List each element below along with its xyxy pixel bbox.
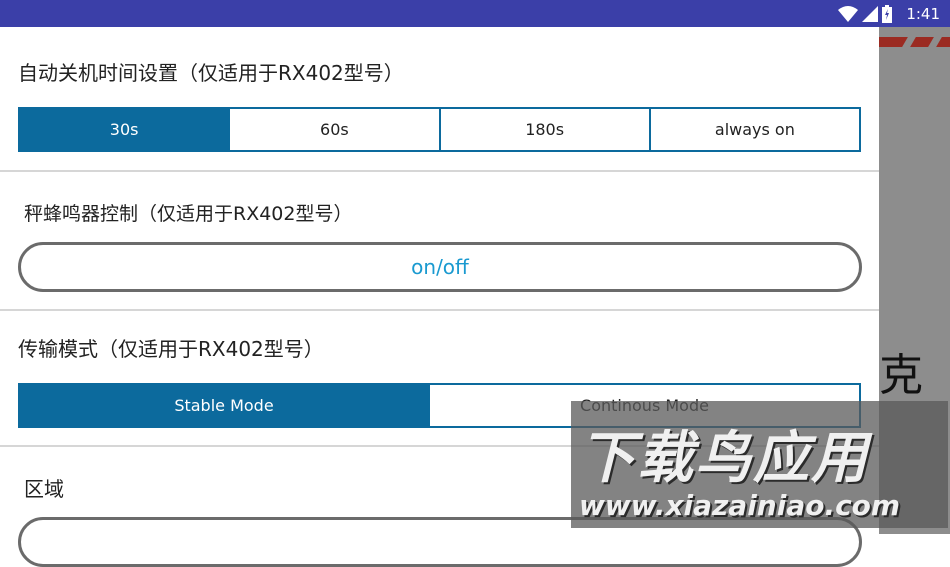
- background-red-stripe: [879, 37, 950, 47]
- status-bar: 1:41: [0, 0, 950, 27]
- watermark-title: 下载鸟应用: [579, 426, 869, 491]
- auto-shutdown-selector: 30s 60s 180s always on: [18, 107, 861, 152]
- buzzer-title: 秤蜂鸣器控制（仅适用于RX402型号）: [24, 203, 353, 225]
- status-icons: [838, 4, 892, 24]
- section-divider: [0, 309, 879, 311]
- auto-shutdown-title: 自动关机时间设置（仅适用于RX402型号）: [18, 61, 404, 85]
- option-30s[interactable]: 30s: [20, 109, 229, 150]
- region-title: 区域: [24, 477, 64, 501]
- wifi-icon: [838, 6, 858, 22]
- watermark-url: www.xiazainiao.com: [579, 489, 901, 522]
- option-always-on[interactable]: always on: [648, 109, 859, 150]
- watermark-overlay: 下载鸟应用 www.xiazainiao.com: [571, 401, 948, 528]
- option-180s[interactable]: 180s: [438, 109, 649, 150]
- signal-icon: [862, 6, 878, 22]
- option-60s[interactable]: 60s: [228, 109, 439, 150]
- buzzer-toggle-button[interactable]: on/off: [18, 242, 862, 292]
- battery-icon: [882, 5, 892, 23]
- status-time: 1:41: [906, 5, 940, 23]
- section-divider: [0, 170, 879, 172]
- background-partial-character: 克: [879, 350, 923, 401]
- option-stable-mode[interactable]: Stable Mode: [20, 385, 428, 426]
- transfer-mode-title: 传输模式（仅适用于RX402型号）: [18, 337, 324, 361]
